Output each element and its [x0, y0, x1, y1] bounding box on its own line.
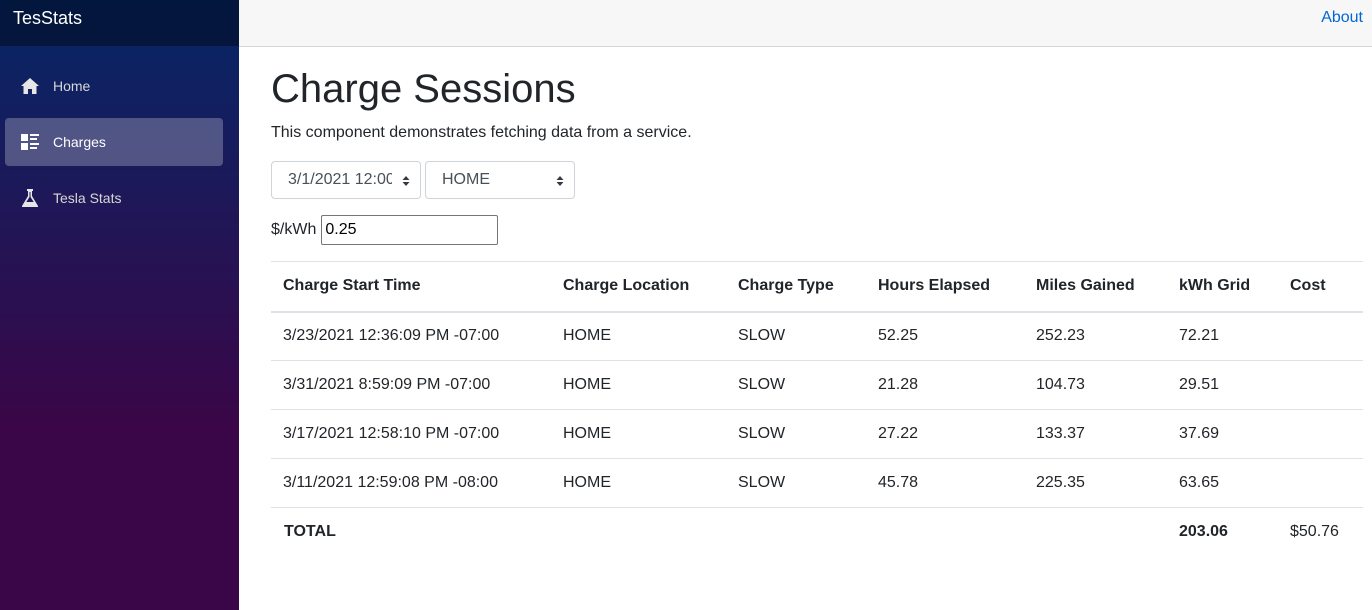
total-cost: $50.76 [1290, 523, 1339, 541]
sidebar: TesStats Home Charges Tesla Stats [0, 0, 239, 610]
table-cell: 3/11/2021 12:59:08 PM -08:00 [271, 458, 551, 508]
table-cell: 225.35 [1024, 458, 1167, 508]
beaker-icon [20, 188, 40, 208]
total-kwh: 203.06 [1179, 523, 1228, 541]
table-cell: 45.78 [866, 458, 1024, 508]
table-cell [726, 508, 866, 557]
table-cell: SLOW [726, 360, 866, 410]
table-total-row: TOTAL 203.06 $50.76 [271, 508, 1363, 557]
date-select-value: 3/1/2021 12:00 [288, 171, 392, 188]
table-cell: SLOW [726, 311, 866, 361]
table-cell: 37.69 [1167, 409, 1278, 459]
table-cell: 21.28 [866, 360, 1024, 410]
location-select-value: HOME [442, 171, 490, 188]
total-label: TOTAL [284, 523, 336, 541]
sidebar-item-home[interactable]: Home [5, 62, 223, 110]
table-cell: 3/23/2021 12:36:09 PM -07:00 [271, 311, 551, 361]
sidebar-nav: Home Charges Tesla Stats [0, 46, 239, 222]
column-header: Charge Start Time [271, 261, 551, 313]
home-icon [20, 76, 40, 96]
table-row: 3/31/2021 8:59:09 PM -07:00 HOME SLOW 21… [271, 360, 1363, 410]
table-cell [1278, 360, 1363, 410]
table-cell: SLOW [726, 458, 866, 508]
list-icon [20, 132, 40, 152]
rate-input[interactable] [321, 215, 499, 245]
about-link[interactable]: About [1321, 9, 1363, 27]
table-cell: 27.22 [866, 409, 1024, 459]
sidebar-item-charges[interactable]: Charges [5, 118, 223, 166]
page-description: This component demonstrates fetching dat… [271, 124, 692, 141]
table-row: 3/17/2021 12:58:10 PM -07:00 HOME SLOW 2… [271, 409, 1363, 459]
table-cell: 52.25 [866, 311, 1024, 361]
table-row: 3/23/2021 12:36:09 PM -07:00 HOME SLOW 5… [271, 311, 1363, 361]
rate-label: $/kWh [271, 221, 317, 238]
table-cell [1278, 409, 1363, 459]
sidebar-item-label: Home [53, 78, 91, 94]
page-title: Charge Sessions [271, 67, 576, 111]
table-cell: HOME [551, 360, 726, 410]
column-header: Charge Type [726, 261, 866, 313]
table-cell: SLOW [726, 409, 866, 459]
table-cell: 63.65 [1167, 458, 1278, 508]
table-cell: 252.23 [1024, 311, 1167, 361]
select-arrows-icon [556, 176, 564, 186]
table-row: 3/11/2021 12:59:08 PM -08:00 HOME SLOW 4… [271, 458, 1363, 508]
table-cell: 104.73 [1024, 360, 1167, 410]
table-cell: 3/17/2021 12:58:10 PM -07:00 [271, 409, 551, 459]
table-cell [1278, 458, 1363, 508]
rate-row: $/kWh [271, 215, 499, 245]
sidebar-item-label: Tesla Stats [53, 190, 122, 206]
top-bar: About [239, 0, 1372, 47]
charges-table: Charge Start Time Charge Location Charge… [271, 261, 1363, 557]
table-cell: 29.51 [1167, 360, 1278, 410]
table-cell [551, 508, 726, 557]
table-cell: HOME [551, 409, 726, 459]
app-brand[interactable]: TesStats [13, 8, 82, 29]
column-header: Miles Gained [1024, 261, 1167, 313]
column-header: Hours Elapsed [866, 261, 1024, 313]
table-cell: 72.21 [1167, 311, 1278, 361]
location-select[interactable]: HOME [425, 161, 575, 199]
table-cell: 3/31/2021 8:59:09 PM -07:00 [271, 360, 551, 410]
brand-bar: TesStats [0, 0, 239, 46]
table-header-row: Charge Start Time Charge Location Charge… [271, 261, 1363, 313]
column-header: Cost [1278, 261, 1363, 313]
select-arrows-icon [402, 176, 410, 186]
table-cell [866, 508, 1024, 557]
sidebar-item-tesla-stats[interactable]: Tesla Stats [5, 174, 223, 222]
table-cell: HOME [551, 311, 726, 361]
date-select[interactable]: 3/1/2021 12:00 [271, 161, 421, 199]
table-cell: 133.37 [1024, 409, 1167, 459]
table-cell: HOME [551, 458, 726, 508]
table-cell [1278, 311, 1363, 361]
sidebar-item-label: Charges [53, 134, 106, 150]
column-header: kWh Grid [1167, 261, 1278, 313]
table-cell [1024, 508, 1167, 557]
column-header: Charge Location [551, 261, 726, 313]
